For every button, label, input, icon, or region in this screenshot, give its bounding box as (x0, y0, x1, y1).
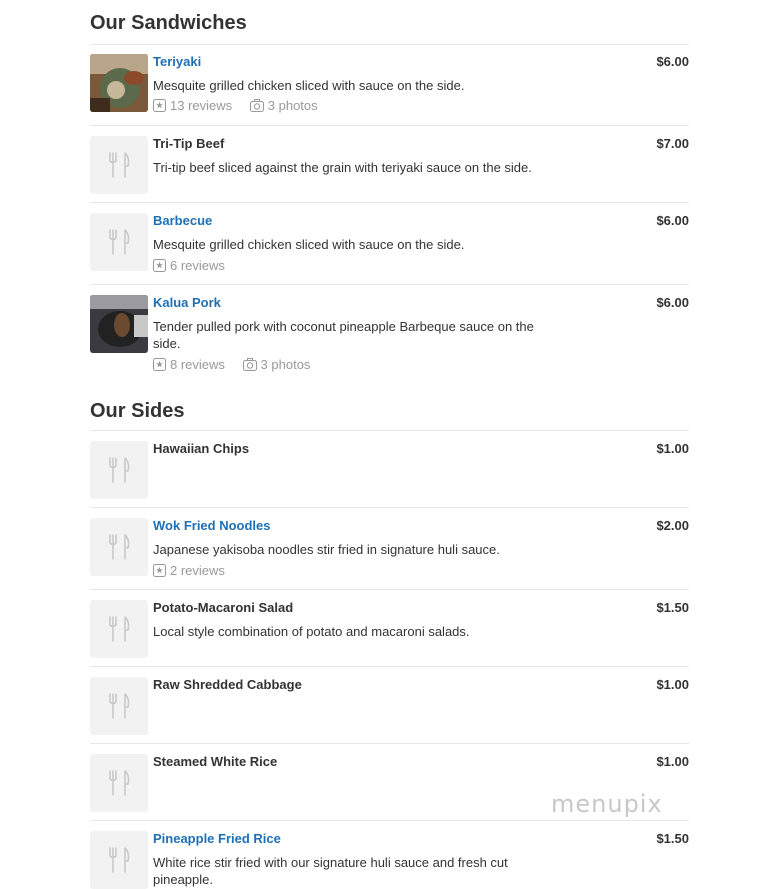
item-meta: 6 reviews (153, 258, 239, 275)
item-name[interactable]: Kalua Pork (153, 295, 221, 310)
reviews-link[interactable]: 2 reviews (153, 563, 225, 578)
item-thumbnail-placeholder (90, 831, 148, 889)
section-title-sides: Our Sides (90, 400, 185, 422)
item-name: Steamed White Rice (153, 754, 278, 769)
reviews-link[interactable]: 13 reviews (153, 98, 232, 113)
item-price: $6.00 (656, 295, 689, 310)
item-price: $1.00 (656, 677, 689, 692)
photos-link[interactable]: 3 photos (249, 98, 318, 113)
item-description: Mesquite grilled chicken sliced with sau… (153, 78, 465, 93)
reviews-count: 6 reviews (170, 258, 225, 273)
photos-count: 3 photos (267, 98, 318, 113)
review-star-icon (153, 259, 166, 272)
item-thumbnail-placeholder (90, 754, 148, 812)
camera-icon (242, 358, 257, 371)
item-thumbnail-placeholder (90, 600, 148, 658)
item-thumbnail-placeholder (90, 518, 148, 576)
item-price: $1.50 (656, 831, 689, 846)
item-name: Potato-Macaroni Salad (153, 600, 294, 615)
photos-count: 3 photos (260, 357, 311, 372)
fork-knife-icon (109, 534, 130, 560)
item-price: $1.00 (656, 754, 689, 769)
menu-item-wok-fried-noodles: Wok Fried Noodles $2.00 Japanese yakisob… (90, 508, 689, 589)
fork-knife-icon (109, 847, 130, 873)
item-description: Japanese yakisoba noodles stir fried in … (153, 542, 500, 557)
fork-knife-icon (109, 152, 130, 178)
item-thumbnail-placeholder (90, 136, 148, 194)
reviews-count: 8 reviews (170, 357, 225, 372)
menu-item-pineapple-fried-rice: Pineapple Fried Rice $1.50 White rice st… (90, 821, 689, 889)
item-name[interactable]: Pineapple Fried Rice (153, 831, 281, 846)
menu-item-raw-shredded-cabbage: Raw Shredded Cabbage $1.00 (90, 667, 689, 743)
item-price: $2.00 (656, 518, 689, 533)
item-thumbnail-placeholder (90, 213, 148, 271)
item-name[interactable]: Teriyaki (153, 54, 201, 69)
fork-knife-icon (109, 693, 130, 719)
fork-knife-icon (109, 229, 130, 255)
item-thumbnail-placeholder (90, 677, 148, 735)
review-star-icon (153, 358, 166, 371)
item-description: Mesquite grilled chicken sliced with sau… (153, 237, 465, 252)
menu-item-barbecue: Barbecue $6.00 Mesquite grilled chicken … (90, 203, 689, 284)
item-photo[interactable] (90, 54, 148, 112)
item-description: Tender pulled pork with coconut pineappl… (153, 319, 534, 351)
menu-item-potato-macaroni-salad: Potato-Macaroni Salad $1.50 Local style … (90, 590, 689, 666)
item-meta: 13 reviews 3 photos (153, 98, 332, 115)
item-name: Raw Shredded Cabbage (153, 677, 302, 692)
item-description: Local style combination of potato and ma… (153, 624, 470, 639)
item-price: $7.00 (656, 136, 689, 151)
menu-item-kalua-pork: Kalua Pork $6.00 Tender pulled pork with… (90, 285, 689, 380)
reviews-count: 13 reviews (170, 98, 233, 113)
camera-icon (249, 99, 264, 112)
section-title-sandwiches: Our Sandwiches (90, 12, 247, 34)
item-price: $1.50 (656, 600, 689, 615)
fork-knife-icon (109, 770, 130, 796)
item-meta: 2 reviews (153, 563, 239, 580)
item-price: $1.00 (656, 441, 689, 456)
photos-link[interactable]: 3 photos (242, 357, 311, 372)
menu-item-tri-tip-beef: Tri-Tip Beef $7.00 Tri-tip beef sliced a… (90, 126, 689, 202)
review-star-icon (153, 99, 166, 112)
menupix-watermark: menupix (551, 790, 663, 818)
item-thumbnail-placeholder (90, 441, 148, 499)
item-photo[interactable] (90, 295, 148, 353)
fork-knife-icon (109, 616, 130, 642)
item-meta: 8 reviews 3 photos (153, 357, 324, 374)
review-star-icon (153, 564, 166, 577)
item-name: Hawaiian Chips (153, 441, 250, 456)
menu-item-hawaiian-chips: Hawaiian Chips $1.00 (90, 431, 689, 507)
menu-item-teriyaki: Teriyaki $6.00 Mesquite grilled chicken … (90, 44, 689, 125)
item-name: Tri-Tip Beef (153, 136, 225, 151)
item-name[interactable]: Barbecue (153, 213, 212, 228)
item-name[interactable]: Wok Fried Noodles (153, 518, 271, 533)
item-description: Tri-tip beef sliced against the grain wi… (153, 160, 532, 175)
item-price: $6.00 (656, 54, 689, 69)
reviews-count: 2 reviews (170, 563, 225, 578)
reviews-link[interactable]: 8 reviews (153, 357, 225, 372)
item-price: $6.00 (656, 213, 689, 228)
fork-knife-icon (109, 457, 130, 483)
item-description: White rice stir fried with our signature… (153, 855, 508, 887)
reviews-link[interactable]: 6 reviews (153, 258, 225, 273)
